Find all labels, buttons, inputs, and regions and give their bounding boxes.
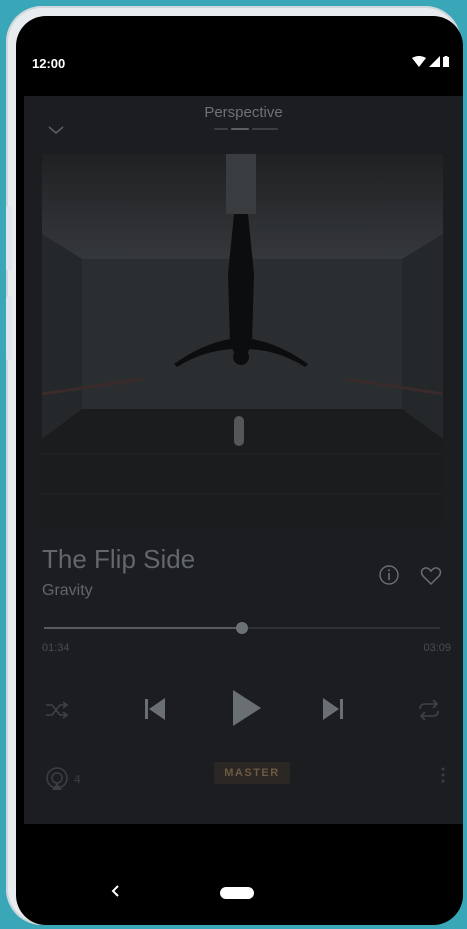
seek-bar[interactable] — [44, 621, 440, 635]
play-icon[interactable] — [229, 688, 263, 728]
system-navigation-bar — [16, 865, 463, 925]
phone-frame: 12:00 Perspective The Flip Side Gravity … — [6, 6, 463, 925]
status-bar: 12:00 — [16, 52, 463, 82]
shuffle-icon[interactable] — [44, 700, 70, 720]
cast-control[interactable]: 4 — [44, 766, 81, 792]
signal-icon — [429, 56, 440, 67]
status-icons — [412, 56, 449, 67]
volume-up-hardware-button — [6, 206, 12, 271]
page-dot — [214, 128, 228, 130]
elapsed-time: 01:34 — [42, 642, 70, 654]
page-dot — [252, 128, 278, 130]
battery-icon — [443, 56, 449, 67]
now-playing-panel: Perspective The Flip Side Gravity 01:34 … — [24, 96, 463, 824]
cast-icon — [46, 767, 68, 790]
volume-down-hardware-button — [6, 296, 12, 361]
track-title: The Flip Side — [42, 544, 196, 574]
seek-progress — [44, 627, 242, 629]
info-icon[interactable] — [378, 564, 400, 586]
home-button[interactable] — [220, 887, 254, 899]
quality-badge: MASTER — [214, 762, 290, 784]
album-art-image — [42, 154, 443, 527]
chevron-down-icon[interactable] — [45, 122, 67, 138]
seek-thumb[interactable] — [236, 622, 248, 634]
heart-icon[interactable] — [420, 566, 442, 586]
phone-screen: 12:00 Perspective The Flip Side Gravity … — [16, 16, 463, 925]
total-time: 03:09 — [423, 642, 451, 654]
back-icon[interactable] — [108, 883, 122, 899]
page-indicator — [214, 128, 278, 130]
playlist-title: Perspective — [204, 104, 283, 121]
page-dot-active — [231, 128, 249, 130]
wifi-icon — [412, 56, 426, 67]
skip-next-icon[interactable] — [320, 694, 346, 724]
cast-device-count: 4 — [74, 772, 81, 786]
repeat-icon[interactable] — [416, 699, 442, 721]
more-vertical-icon[interactable] — [439, 766, 447, 784]
artist-name[interactable]: Gravity — [42, 582, 93, 600]
skip-previous-icon[interactable] — [142, 694, 168, 724]
album-art — [42, 154, 443, 527]
status-clock: 12:00 — [32, 56, 66, 71]
